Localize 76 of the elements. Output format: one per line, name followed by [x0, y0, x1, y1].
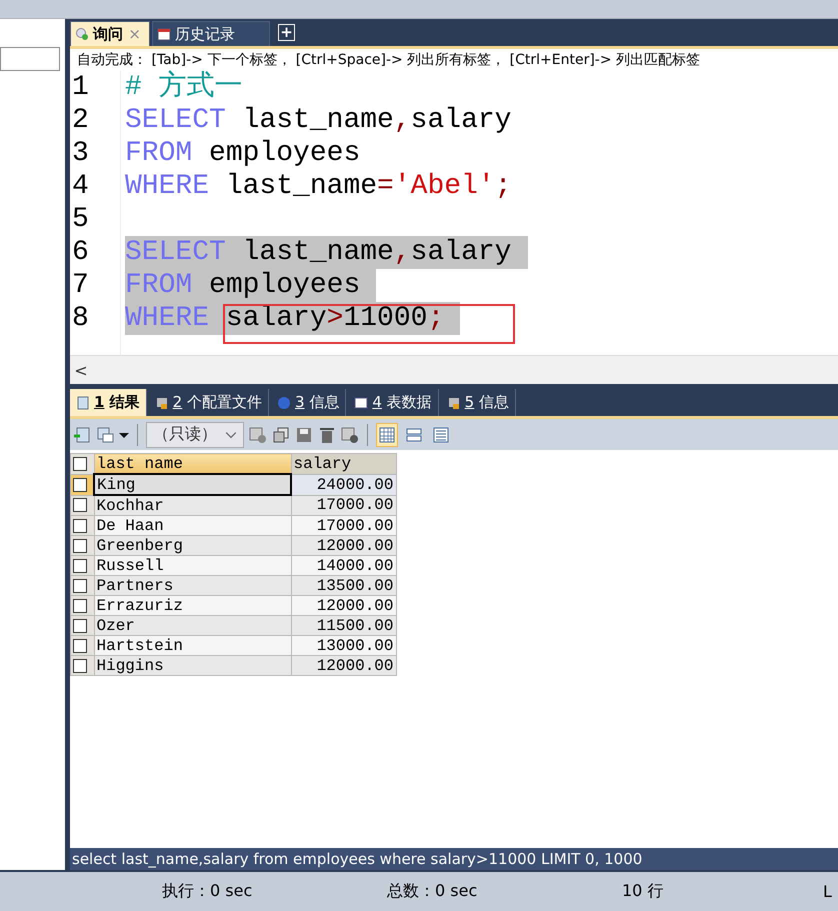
line-number: 3 [71, 137, 90, 170]
code-line: FROM employees [125, 137, 362, 170]
tab-icon [154, 396, 169, 410]
row-checkbox[interactable] [73, 498, 87, 512]
code-line: SELECT last_name,salary [125, 104, 512, 137]
table-cell: De Haan [94, 516, 291, 536]
grid-copy-icon[interactable] [96, 426, 114, 444]
result-tab[interactable]: 1 结果 [70, 389, 147, 416]
tab-icon [446, 396, 461, 410]
line-number: 6 [71, 236, 90, 269]
table-cell: Partners [94, 576, 291, 596]
table-cell: 13500.00 [291, 576, 396, 596]
query-icon [75, 27, 89, 41]
table-cell: 12000.00 [291, 656, 396, 676]
table-cell: 17000.00 [291, 495, 396, 516]
row-checkbox[interactable] [73, 558, 87, 572]
line-number: 7 [71, 269, 90, 302]
row-checkbox[interactable] [73, 638, 87, 652]
status-text: L [823, 882, 832, 901]
table-cell: 14000.00 [291, 556, 396, 576]
select-all-checkbox[interactable] [73, 456, 87, 471]
line-number: 4 [71, 170, 90, 203]
row-checkbox[interactable] [73, 618, 87, 632]
table-cell: Ozer [94, 616, 291, 636]
table-cell: King [94, 474, 291, 495]
table-cell: 11500.00 [291, 616, 396, 636]
tab-icon [277, 396, 291, 410]
column-header[interactable]: salary [291, 454, 396, 474]
status-text: 10 行 [622, 881, 664, 902]
tab-icon [76, 396, 90, 410]
row-checkbox[interactable] [73, 538, 87, 552]
view-icon [433, 426, 449, 442]
view-icon [379, 426, 395, 442]
row-checkbox[interactable] [73, 478, 87, 492]
status-text: 总数：0 sec [387, 881, 478, 902]
table-cell: Russell [94, 556, 291, 576]
code-line: # 方式一 [125, 71, 244, 104]
new-tab-button[interactable]: + [278, 24, 295, 41]
tab-icon [354, 396, 368, 410]
grid-export-icon[interactable] [73, 426, 91, 444]
code-line: WHERE last_name='Abel'; [125, 170, 512, 203]
autocomplete-hint: 自动完成： [Tab]-> 下一个标签， [Ctrl+Space]-> 列出所有标签， [Ctrl+Enter]-> 列出匹配标签 [70, 46, 838, 71]
row-checkbox[interactable] [73, 658, 87, 672]
table-cell: 12000.00 [291, 596, 396, 616]
executed-query: select last_name,salary from employees where salary>11000 LIMIT 0, 1000 [70, 848, 838, 870]
editor-tab[interactable]: 询问 × [70, 21, 150, 46]
mode-dropdown[interactable]: （只读） [146, 422, 244, 448]
table-cell: 12000.00 [291, 536, 396, 556]
line-number: 5 [71, 203, 90, 236]
table-cell: Greenberg [94, 536, 291, 556]
table-cell: Kochhar [94, 495, 291, 516]
add-row-icon[interactable] [249, 426, 267, 444]
view-icon [406, 426, 422, 442]
table-cell: Errazuriz [94, 596, 291, 616]
status-text: 执行：0 sec [162, 881, 252, 902]
line-number: 2 [71, 104, 90, 137]
input-field[interactable] [0, 47, 60, 71]
trash-icon[interactable] [318, 426, 336, 444]
calendar-icon [157, 27, 171, 41]
table-cell: Higgins [94, 656, 291, 676]
table-cell: Hartstein [94, 636, 291, 656]
line-number: 1 [71, 71, 90, 104]
table-cell: 17000.00 [291, 516, 396, 536]
row-checkbox[interactable] [73, 518, 87, 532]
view-mode-button[interactable] [376, 422, 398, 446]
row-checkbox[interactable] [73, 598, 87, 612]
save-icon[interactable] [295, 426, 313, 444]
column-header[interactable]: last name [94, 454, 291, 474]
scroll-left-button[interactable]: < [70, 360, 92, 380]
delete-row-icon[interactable] [341, 426, 359, 444]
table-cell: 24000.00 [291, 474, 396, 495]
editor-tab[interactable]: 历史记录 [152, 21, 270, 46]
line-number: 8 [71, 302, 90, 335]
row-checkbox[interactable] [73, 578, 87, 592]
duplicate-icon[interactable] [272, 426, 290, 444]
table-cell: 13000.00 [291, 636, 396, 656]
